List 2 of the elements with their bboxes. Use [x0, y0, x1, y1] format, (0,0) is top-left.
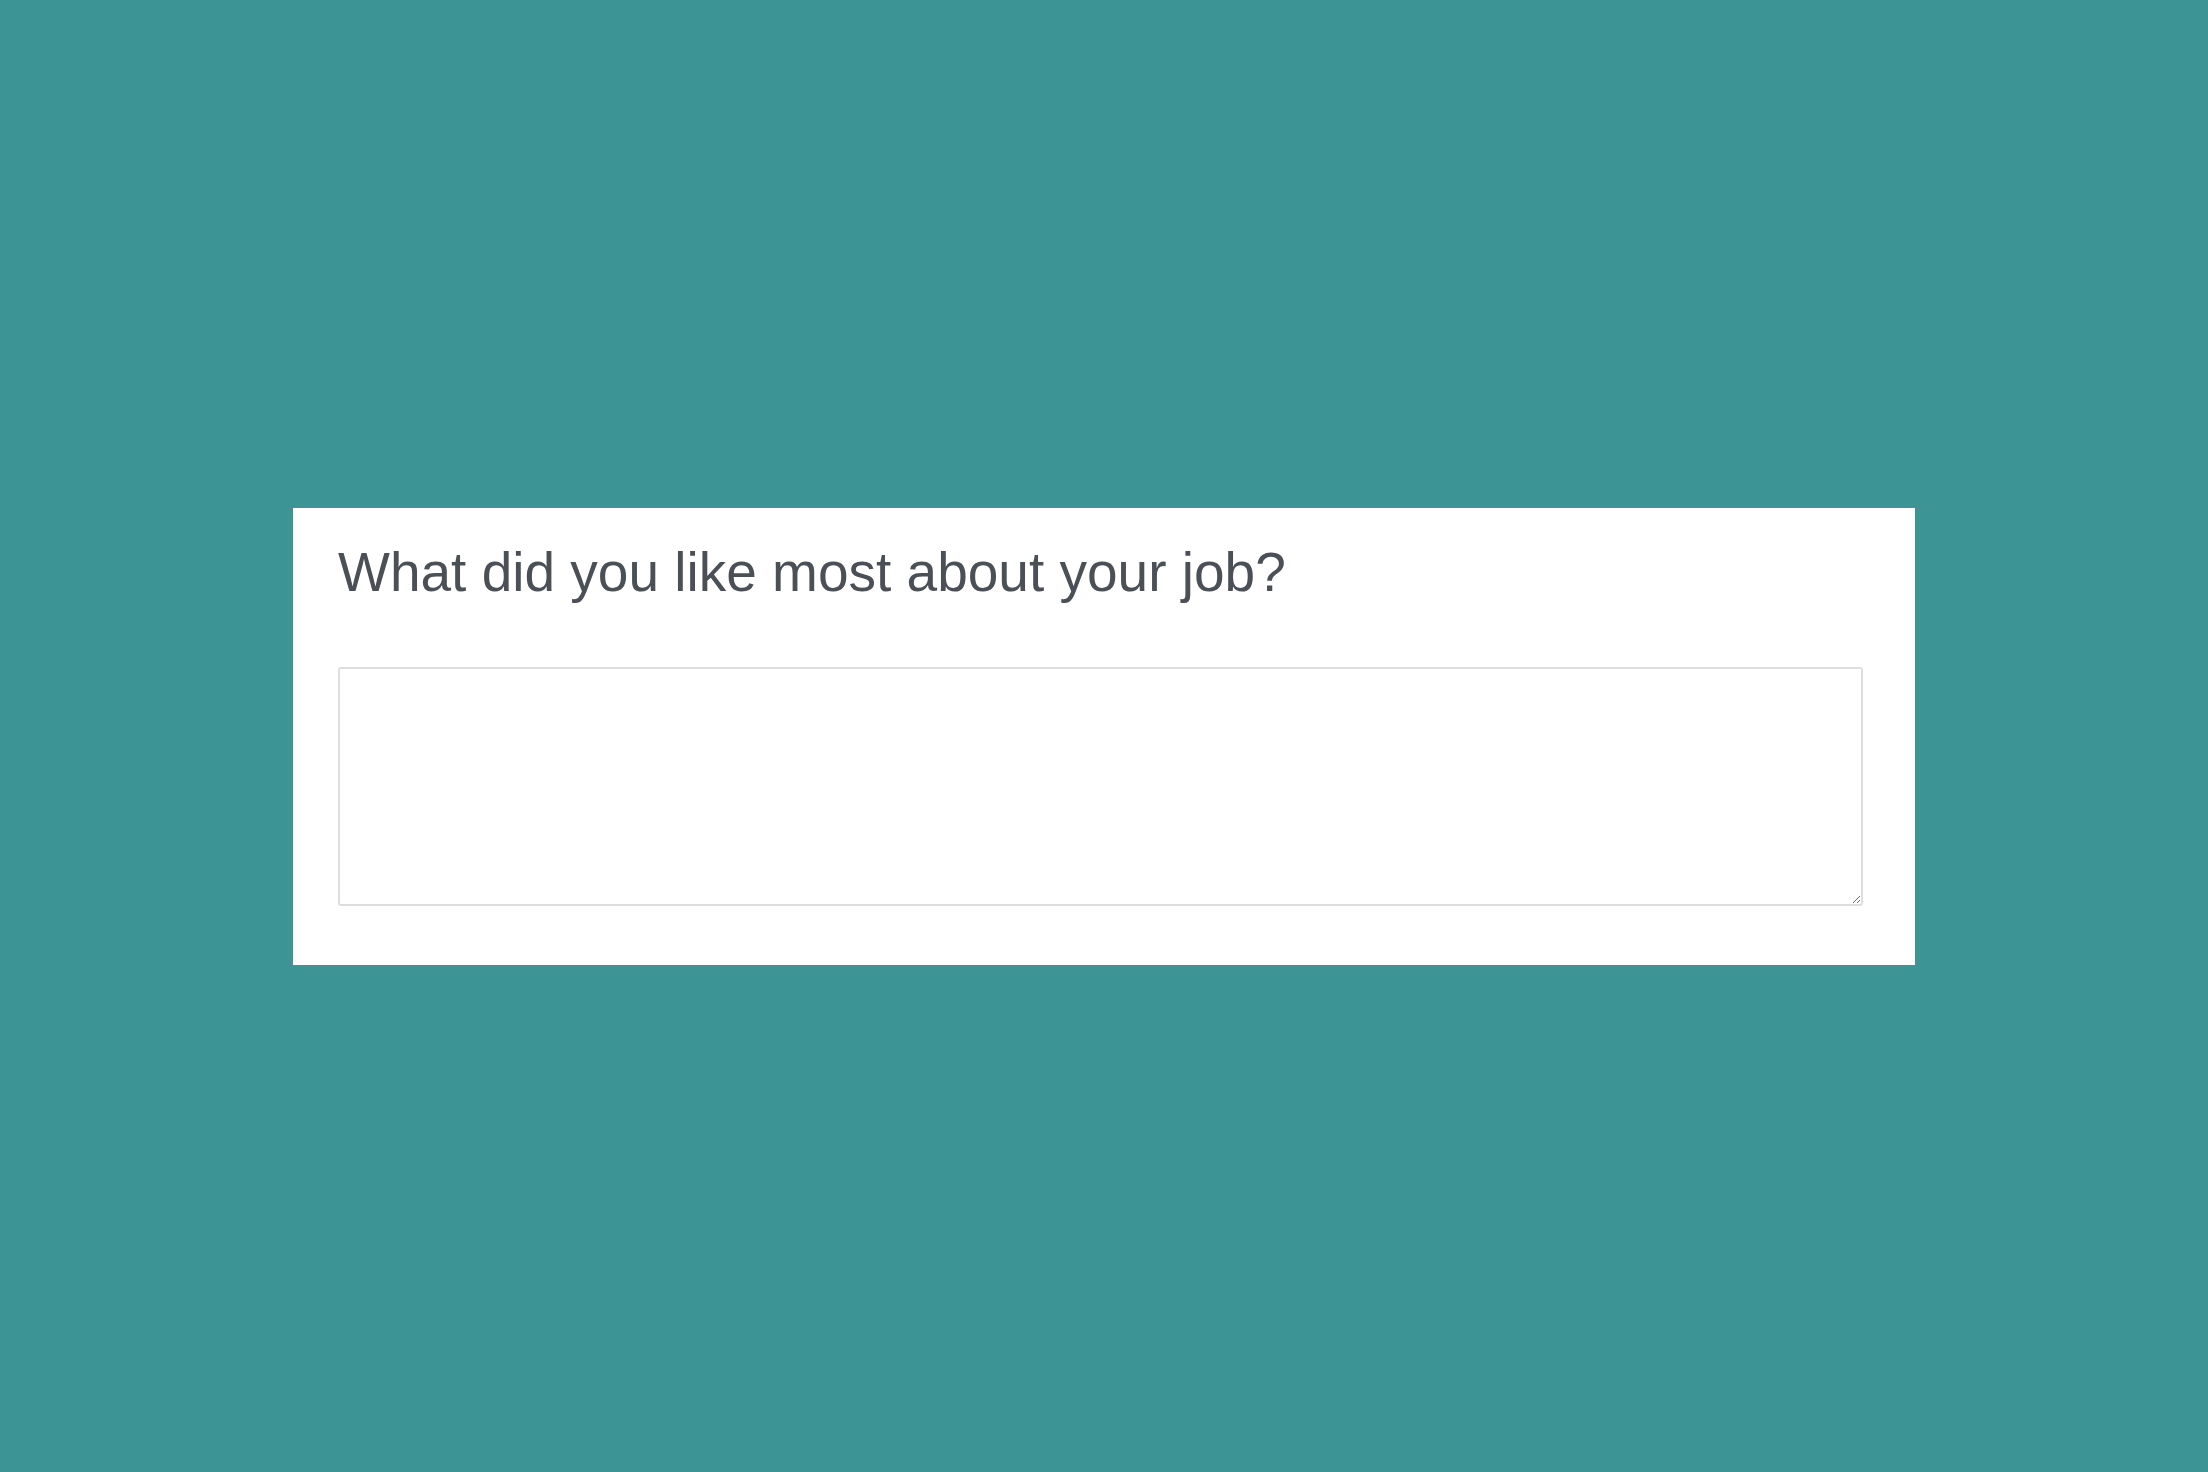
answer-box[interactable] — [338, 666, 1863, 906]
question-label: What did you like most about your job? — [338, 539, 1287, 605]
